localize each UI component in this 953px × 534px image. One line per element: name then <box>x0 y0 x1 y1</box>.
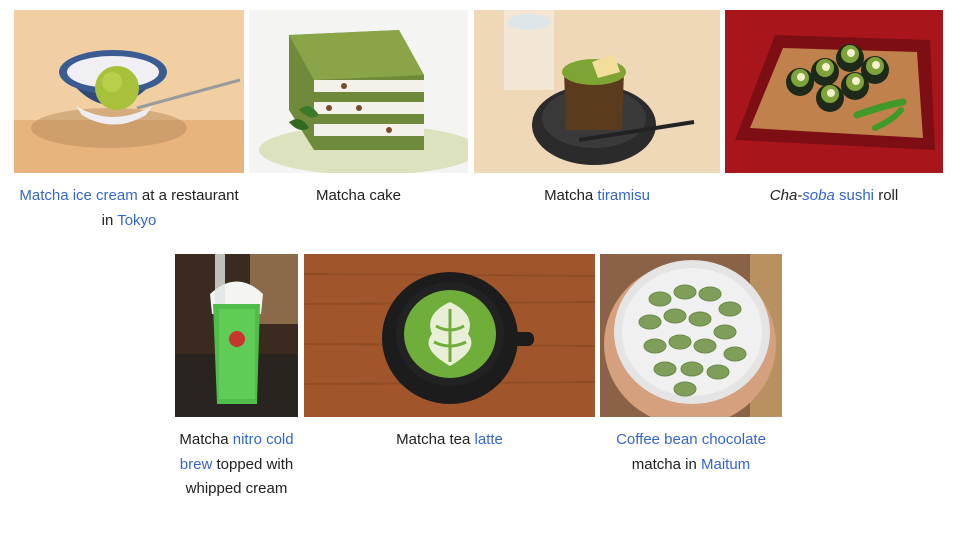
caption-matcha-nitro-cold-brew: Matcha nitro cold brew topped with whipp… <box>175 428 298 502</box>
matcha-latte-image[interactable] <box>304 254 595 417</box>
caption-coffee-bean-chocolate: Coffee bean chocolate matcha in Maitum <box>600 428 782 477</box>
caption-text: Matcha <box>179 431 233 448</box>
caption-italic-text: Cha- <box>769 187 803 204</box>
coffee-bean-chocolate-image[interactable] <box>600 254 782 417</box>
caption-text: Matcha tea <box>396 431 475 448</box>
link-coffee-bean-chocolate[interactable]: Coffee bean chocolate <box>616 431 766 448</box>
caption-matcha-latte: Matcha tea latte <box>304 428 595 453</box>
caption-text: Matcha <box>544 187 598 204</box>
caption-cha-soba-sushi: Cha-soba sushi roll <box>725 184 943 209</box>
caption-matcha-tiramisu: Matcha tiramisu <box>474 184 720 209</box>
link-tiramisu[interactable]: tiramisu <box>597 187 650 204</box>
link-soba[interactable]: soba <box>802 187 835 204</box>
caption-text: matcha in <box>631 455 701 473</box>
link-tokyo[interactable]: Tokyo <box>117 212 156 229</box>
matcha-tiramisu-image[interactable] <box>474 10 720 173</box>
caption-text: Matcha cake <box>315 187 402 204</box>
cha-soba-sushi-image[interactable] <box>725 10 943 173</box>
matcha-cake-image[interactable] <box>249 10 468 173</box>
caption-matcha-ice-cream: Matcha ice cream at a restaurant in Toky… <box>14 184 244 233</box>
caption-text: roll <box>874 187 899 204</box>
matcha-nitro-cold-brew-image[interactable] <box>175 254 298 417</box>
image-gallery: Matcha ice cream at a restaurant in Toky… <box>0 0 953 534</box>
link-sushi[interactable]: sushi <box>839 187 874 204</box>
link-latte[interactable]: latte <box>475 431 503 448</box>
caption-matcha-cake: Matcha cake <box>249 184 468 209</box>
link-matcha-ice-cream[interactable]: Matcha ice cream <box>19 187 137 204</box>
matcha-ice-cream-image[interactable] <box>14 10 244 173</box>
link-maitum[interactable]: Maitum <box>701 456 750 473</box>
